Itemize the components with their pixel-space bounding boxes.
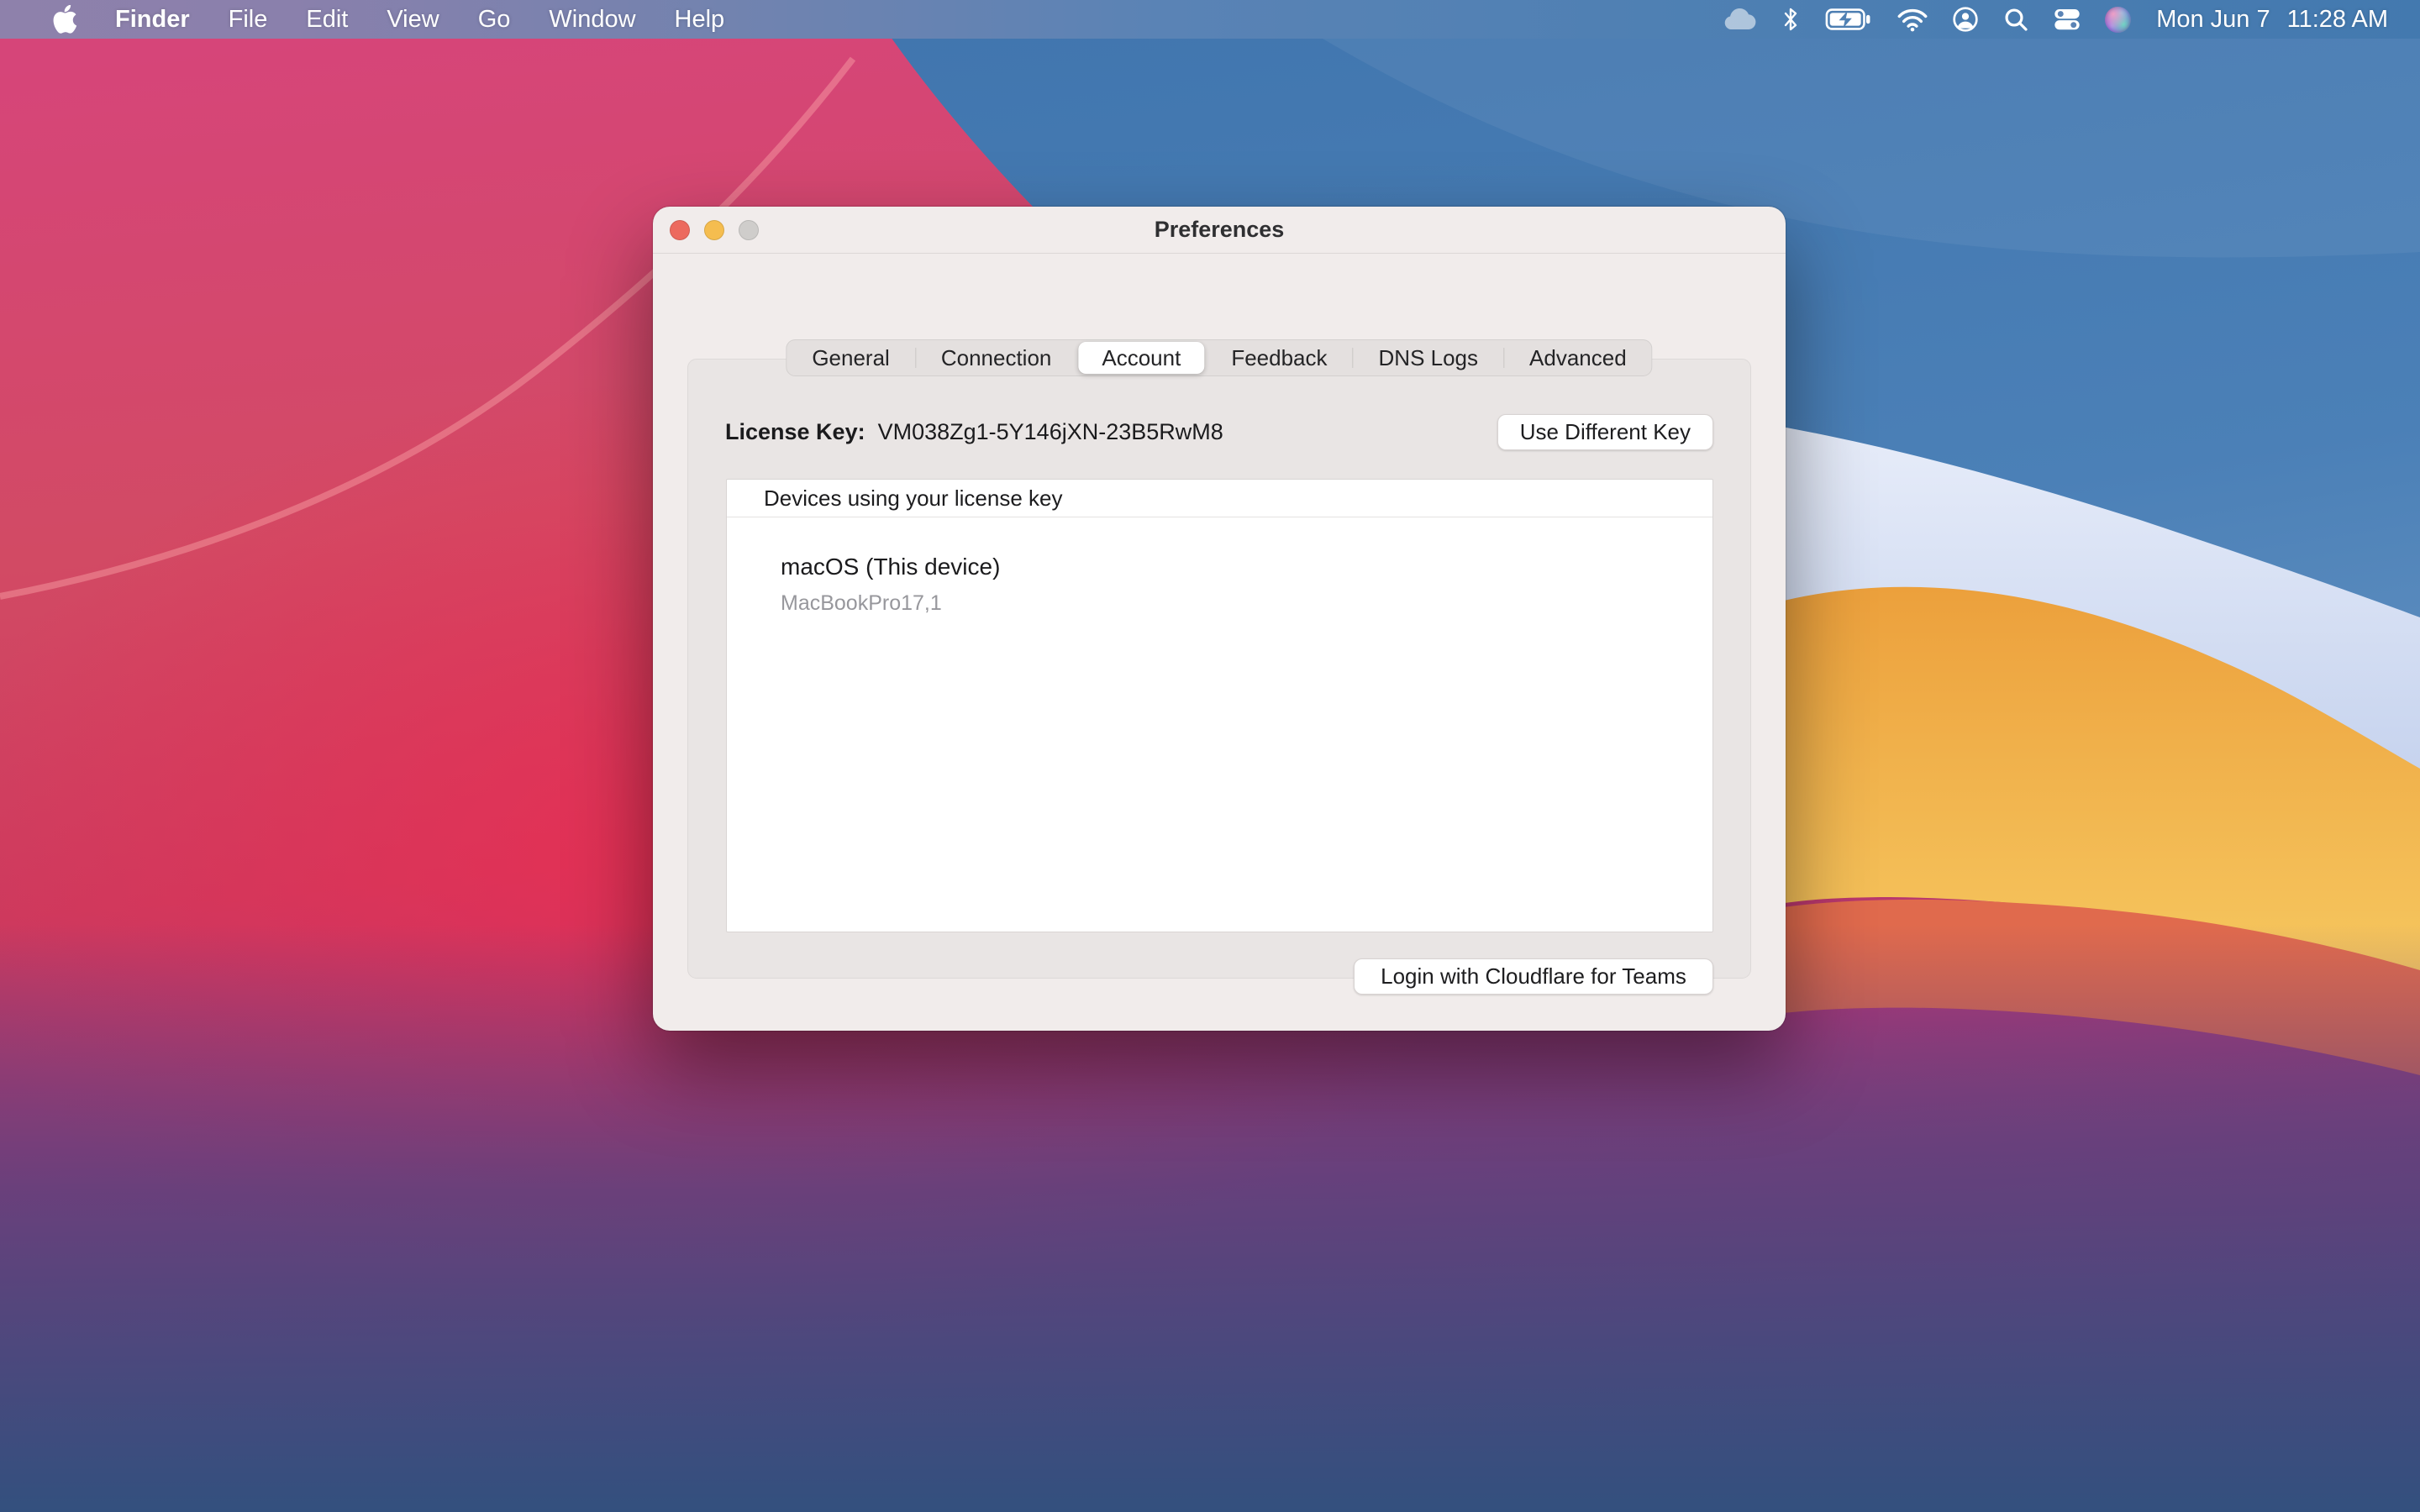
tab-connection[interactable]: Connection: [916, 340, 1077, 375]
wifi-icon[interactable]: [1885, 7, 1940, 32]
bluetooth-icon[interactable]: [1769, 6, 1812, 33]
tab-account[interactable]: Account: [1078, 342, 1204, 374]
apple-icon: [52, 5, 77, 34]
preferences-tab-bar: General Connection Account Feedback DNS …: [786, 339, 1652, 376]
use-different-key-button[interactable]: Use Different Key: [1497, 414, 1713, 450]
cloudflare-warp-icon[interactable]: [1708, 7, 1769, 32]
menu-item-file[interactable]: File: [209, 6, 287, 34]
battery-charging-icon[interactable]: [1812, 8, 1885, 31]
apple-menu[interactable]: [34, 5, 96, 34]
window-content: License Key: VM038Zg1-5Y146jXN-23B5RwM8 …: [653, 254, 1786, 1030]
tab-general[interactable]: General: [786, 340, 915, 375]
tab-content-group-box: License Key: VM038Zg1-5Y146jXN-23B5RwM8 …: [687, 359, 1751, 979]
menu-item-view[interactable]: View: [367, 6, 458, 34]
menu-bar-clock[interactable]: 11:28 AM: [2287, 6, 2388, 34]
minimize-button[interactable]: [704, 220, 724, 240]
spotlight-search-icon[interactable]: [1991, 6, 2041, 33]
menu-bar-status-area: Mon Jun 7 11:28 AM: [1708, 6, 2388, 34]
window-titlebar[interactable]: Preferences: [653, 207, 1786, 254]
menu-item-window[interactable]: Window: [529, 6, 655, 34]
menu-item-go[interactable]: Go: [459, 6, 530, 34]
siri-icon[interactable]: [2093, 7, 2143, 33]
tab-dns-logs[interactable]: DNS Logs: [1354, 340, 1504, 375]
preferences-window: Preferences License Key: VM038Zg1-5Y146j…: [653, 207, 1786, 1031]
login-cloudflare-teams-button[interactable]: Login with Cloudflare for Teams: [1354, 958, 1713, 995]
menu-bar: Finder File Edit View Go Window Help: [0, 0, 2420, 39]
license-key-row: License Key: VM038Zg1-5Y146jXN-23B5RwM8 …: [725, 410, 1713, 454]
license-key-label: License Key:: [725, 419, 865, 445]
menu-item-help[interactable]: Help: [655, 6, 744, 34]
zoom-button: [739, 220, 759, 240]
license-key-value: VM038Zg1-5Y146jXN-23B5RwM8: [878, 419, 1223, 445]
close-button[interactable]: [670, 220, 690, 240]
menu-item-finder[interactable]: Finder: [96, 6, 209, 34]
tab-feedback[interactable]: Feedback: [1206, 340, 1352, 375]
device-model: MacBookPro17,1: [781, 591, 942, 616]
user-account-icon[interactable]: [1940, 6, 1991, 33]
tab-advanced[interactable]: Advanced: [1504, 340, 1652, 375]
control-center-icon[interactable]: [2041, 6, 2093, 33]
traffic-lights: [670, 207, 759, 254]
device-name: macOS (This device): [781, 554, 1000, 580]
menu-bar-date[interactable]: Mon Jun 7: [2156, 6, 2270, 34]
devices-panel-header: Devices using your license key: [727, 480, 1712, 517]
menu-item-edit[interactable]: Edit: [287, 6, 367, 34]
window-title: Preferences: [653, 217, 1786, 243]
devices-panel: Devices using your license key macOS (Th…: [726, 479, 1713, 932]
